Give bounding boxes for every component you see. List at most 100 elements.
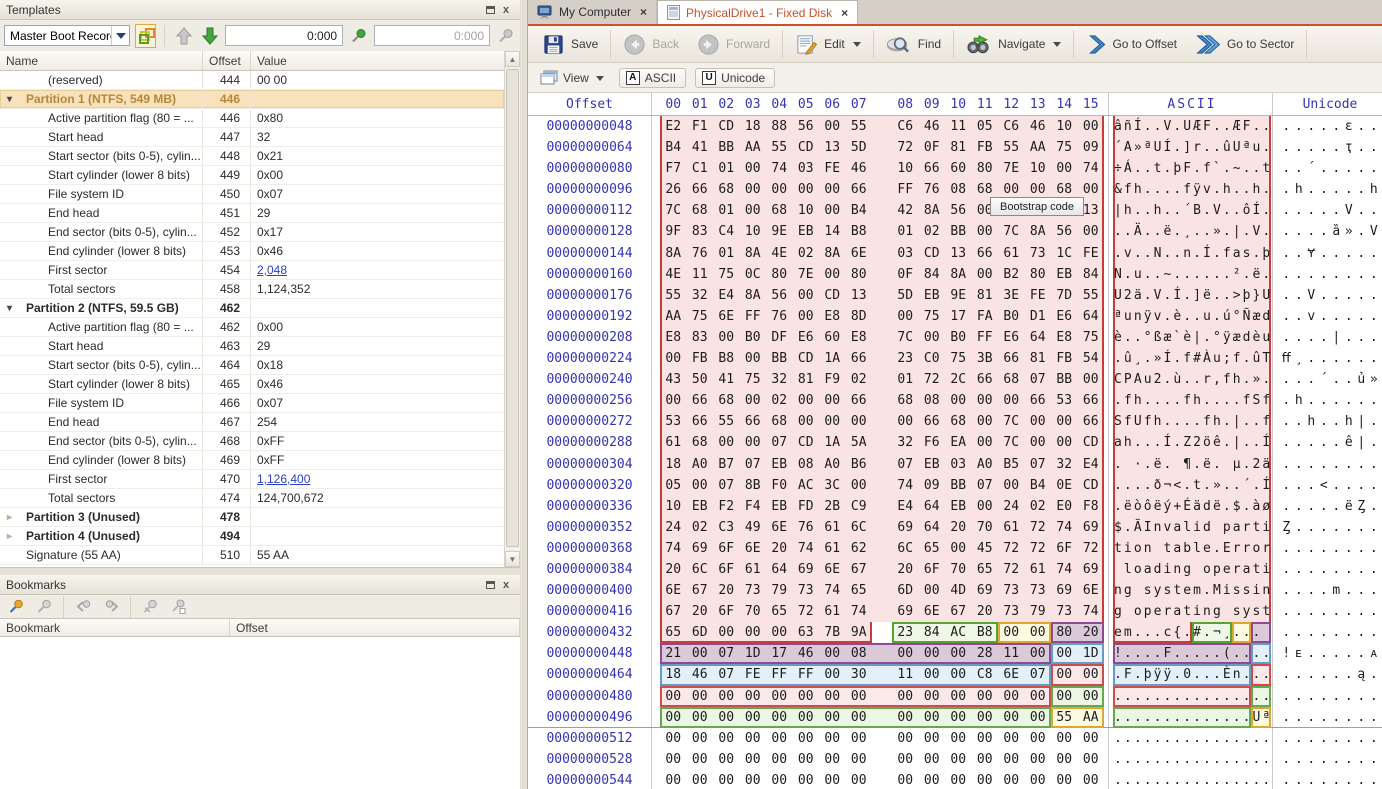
unicode-char[interactable]: .	[1280, 664, 1293, 685]
template-row[interactable]: Total sectors474124,700,672	[0, 489, 504, 508]
hex-byte[interactable]: 00	[713, 770, 740, 789]
hex-byte[interactable]: 21	[660, 643, 687, 664]
unicode-char[interactable]: .	[1368, 622, 1381, 643]
ascii-char[interactable]: i	[1162, 559, 1172, 580]
ascii-char[interactable]: ô	[1143, 496, 1153, 517]
ascii-char[interactable]: m	[1123, 622, 1133, 643]
ascii-text[interactable]: em...c{.#.¬¸...	[1113, 622, 1271, 643]
template-row[interactable]: First sector4542,048	[0, 261, 504, 280]
ascii-char[interactable]: µ	[1232, 454, 1242, 475]
hex-byte[interactable]: 00	[793, 770, 820, 789]
scroll-up-icon[interactable]: ▲	[505, 51, 520, 67]
template-row[interactable]: ▸Partition 3 (Unused)478	[0, 508, 504, 527]
hex-byte[interactable]: 7C	[892, 327, 919, 348]
ascii-char[interactable]: e	[1182, 580, 1192, 601]
hex-byte[interactable]: 68	[945, 411, 972, 432]
ascii-char[interactable]: .	[1133, 728, 1143, 749]
ascii-char[interactable]: .	[1123, 264, 1133, 285]
hex-byte[interactable]: 00	[972, 686, 999, 707]
ascii-char[interactable]: .	[1153, 390, 1163, 411]
ascii-char[interactable]: i	[1261, 559, 1271, 580]
ascii-char[interactable]: .	[1123, 221, 1133, 242]
chevron-down-icon[interactable]	[1053, 42, 1061, 51]
ascii-char[interactable]: y	[1242, 601, 1252, 622]
hex-byte[interactable]: 61	[660, 432, 687, 453]
unicode-char[interactable]: .	[1318, 454, 1331, 475]
hex-byte[interactable]: 80	[1051, 622, 1078, 643]
unicode-text[interactable]: .....ê|.	[1280, 432, 1380, 453]
hex-byte[interactable]: EB	[1051, 264, 1078, 285]
ascii-text[interactable]: &fh....fÿv.h..h.	[1113, 179, 1271, 200]
ascii-char[interactable]: s	[1232, 601, 1242, 622]
unicode-char[interactable]: ȁ	[1330, 221, 1343, 242]
hex-byte[interactable]: E8	[1051, 327, 1078, 348]
hex-byte[interactable]: 56	[766, 285, 793, 306]
unicode-char[interactable]: .	[1343, 728, 1356, 749]
ascii-char[interactable]: ¶	[1182, 454, 1192, 475]
ascii-char[interactable]: .	[1133, 643, 1143, 664]
ascii-char[interactable]: .	[1162, 390, 1172, 411]
ascii-char[interactable]: .	[1192, 306, 1202, 327]
ascii-char[interactable]: .	[1162, 454, 1172, 475]
hex-byte[interactable]: 00	[1051, 664, 1078, 685]
hex-bytes[interactable]: 9F83C4109EEB14B80102BB007C8A5600	[660, 221, 1104, 242]
hex-byte[interactable]: 01	[713, 158, 740, 179]
hex-byte[interactable]: 54	[1078, 348, 1105, 369]
ascii-char[interactable]: |	[1232, 411, 1242, 432]
ascii-char[interactable]: h	[1192, 390, 1202, 411]
unicode-char[interactable]: .	[1318, 243, 1331, 264]
unicode-char[interactable]: .	[1305, 179, 1318, 200]
unicode-char[interactable]: !	[1280, 643, 1293, 664]
unicode-char[interactable]: .	[1368, 538, 1381, 559]
unicode-text[interactable]: ........	[1280, 559, 1380, 580]
previous-record-button[interactable]	[173, 24, 194, 48]
ascii-char[interactable]: n	[1113, 580, 1123, 601]
hex-byte[interactable]: 6E	[998, 664, 1025, 685]
ascii-text[interactable]: .û¸.»Í.f#Àu;f.ûT	[1113, 348, 1271, 369]
unicode-char[interactable]: .	[1343, 264, 1356, 285]
hex-byte[interactable]: 8A	[740, 243, 767, 264]
hex-byte[interactable]: 75	[1078, 327, 1105, 348]
hex-byte[interactable]: CD	[1078, 475, 1105, 496]
column-header-offset[interactable]: Offset	[203, 51, 251, 70]
ascii-char[interactable]: .	[1153, 707, 1163, 728]
unicode-char[interactable]: .	[1330, 643, 1343, 664]
ascii-char[interactable]	[1192, 559, 1202, 580]
hex-byte[interactable]: 8A	[919, 200, 946, 221]
hex-byte[interactable]: 74	[1078, 601, 1105, 622]
close-panel-button[interactable]: x	[498, 3, 514, 17]
ascii-char[interactable]: {	[1172, 622, 1182, 643]
ascii-char[interactable]: r	[1232, 559, 1242, 580]
unicode-char[interactable]: .	[1280, 137, 1293, 158]
hex-byte[interactable]: A0	[687, 454, 714, 475]
hex-byte[interactable]: 56	[945, 200, 972, 221]
next-bookmark-button[interactable]	[99, 597, 123, 616]
unicode-char[interactable]: ¸	[1293, 348, 1306, 369]
ascii-char[interactable]: .	[1133, 664, 1143, 685]
hex-byte[interactable]: 61	[740, 559, 767, 580]
ascii-char[interactable]: .	[1222, 496, 1232, 517]
hex-byte[interactable]: 01	[892, 221, 919, 242]
unicode-char[interactable]: .	[1293, 327, 1306, 348]
ascii-char[interactable]: .	[1242, 707, 1252, 728]
ascii-text[interactable]: ah...Í.Z2öê.|..Í	[1113, 432, 1271, 453]
ascii-char[interactable]: À	[1202, 348, 1212, 369]
ascii-char[interactable]: .	[1172, 643, 1182, 664]
ascii-char[interactable]: .	[1182, 643, 1192, 664]
unicode-char[interactable]: .	[1355, 517, 1368, 538]
hex-byte[interactable]: 6E	[846, 243, 873, 264]
ascii-char[interactable]: .	[1172, 390, 1182, 411]
hex-byte[interactable]: 3B	[972, 348, 999, 369]
ascii-char[interactable]: S	[1113, 411, 1123, 432]
hex-byte[interactable]: 67	[660, 601, 687, 622]
ascii-char[interactable]: E	[1222, 538, 1232, 559]
hex-byte[interactable]: 00	[740, 749, 767, 770]
ascii-char[interactable]: è	[1113, 327, 1123, 348]
hex-byte[interactable]: 00	[919, 749, 946, 770]
ascii-char[interactable]: °	[1232, 306, 1242, 327]
hex-byte[interactable]: 00	[740, 432, 767, 453]
hex-byte[interactable]: 00	[819, 770, 846, 789]
add-bookmark-button[interactable]	[4, 597, 28, 616]
ascii-char[interactable]: .	[1162, 749, 1172, 770]
hex-byte[interactable]: FF	[972, 327, 999, 348]
